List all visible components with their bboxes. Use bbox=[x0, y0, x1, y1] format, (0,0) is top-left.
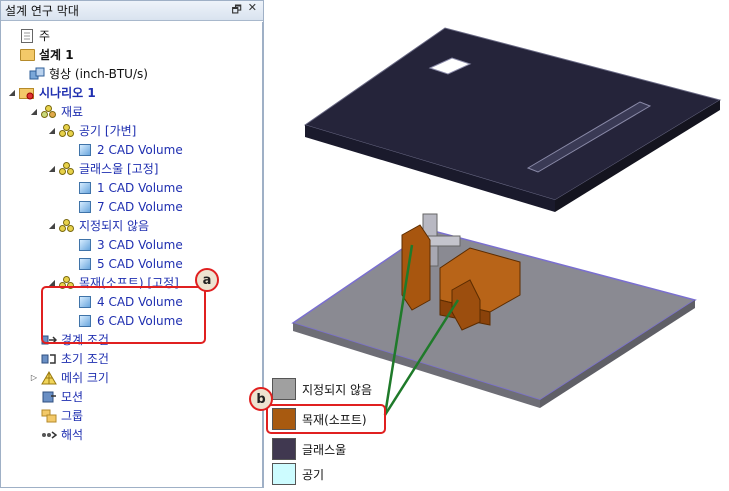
legend-item: 공기 bbox=[272, 463, 324, 485]
tree-item-material-unassigned[interactable]: ◢ 지정되지 않음 bbox=[47, 216, 149, 235]
callout-badge-a: a bbox=[195, 268, 219, 292]
solve-icon bbox=[41, 427, 57, 443]
material-icon bbox=[59, 218, 75, 234]
geometry-icon bbox=[29, 66, 45, 82]
cad-volume-icon bbox=[77, 256, 93, 272]
tree-item-cad-volume[interactable]: 7 CAD Volume bbox=[65, 197, 183, 216]
legend-label: 공기 bbox=[302, 467, 325, 482]
tree-item-label: 모션 bbox=[61, 390, 84, 404]
legend-item: 지정되지 않음 bbox=[272, 378, 372, 400]
tree-item-label: 7 CAD Volume bbox=[97, 199, 183, 214]
callout-box-b bbox=[266, 404, 386, 434]
tree-item-label: 그룹 bbox=[61, 409, 84, 423]
close-icon[interactable]: ✕ bbox=[248, 1, 257, 20]
collapse-icon[interactable]: ◢ bbox=[7, 88, 17, 97]
callout-badge-b: b bbox=[249, 387, 273, 411]
tree-item-label: 메쉬 크기 bbox=[61, 371, 109, 385]
tree-item-solve[interactable]: 해석 bbox=[29, 425, 83, 444]
tree-item-label: 주 bbox=[39, 29, 51, 43]
tree-item-main[interactable]: 주 bbox=[7, 26, 50, 45]
tree-item-label: 지정되지 않음 bbox=[79, 219, 150, 233]
collapse-icon[interactable]: ◢ bbox=[47, 126, 57, 135]
mesh-size-icon bbox=[41, 370, 57, 386]
tree-item-label: 2 CAD Volume bbox=[97, 142, 183, 157]
legend-item: 글래스울 bbox=[272, 438, 346, 460]
tree-item-scenario[interactable]: ◢ 시나리오 1 bbox=[7, 83, 96, 102]
tree-item-materials[interactable]: ◢ 재료 bbox=[29, 102, 83, 121]
design-folder-icon bbox=[19, 47, 35, 63]
tree-item-mesh-size[interactable]: ▷ 메쉬 크기 bbox=[29, 368, 109, 387]
scenario-icon bbox=[19, 85, 35, 101]
document-icon bbox=[19, 28, 35, 44]
tree-item-label: 3 CAD Volume bbox=[97, 237, 183, 252]
legend-swatch bbox=[272, 463, 296, 485]
panel-title-bar: 설계 연구 막대 🗗 ✕ bbox=[1, 1, 263, 21]
cad-volume-icon bbox=[77, 180, 93, 196]
panel-title: 설계 연구 막대 bbox=[5, 4, 79, 18]
tree-item-initial-conditions[interactable]: 초기 조건 bbox=[29, 349, 109, 368]
tree-item-label: 해석 bbox=[61, 428, 84, 442]
tree-item-label: 초기 조건 bbox=[61, 352, 109, 366]
groups-icon bbox=[41, 408, 57, 424]
legend-label: 지정되지 않음 bbox=[302, 382, 373, 397]
tree-item-material-glasswool[interactable]: ◢ 글래스울 [고정] bbox=[47, 159, 158, 178]
pin-icon[interactable]: 🗗 bbox=[231, 1, 241, 20]
initial-conditions-icon bbox=[41, 351, 57, 367]
design-tree: 주 설계 1 형상 (inch-BTU/s) ◢ 시나리오 1 ◢ 재료 ◢ 공… bbox=[1, 22, 263, 487]
tree-item-cad-volume[interactable]: 5 CAD Volume bbox=[65, 254, 183, 273]
material-icon bbox=[59, 123, 75, 139]
materials-icon bbox=[41, 104, 57, 120]
tree-item-label: 형상 (inch-BTU/s) bbox=[49, 67, 148, 81]
legend-swatch bbox=[272, 438, 296, 460]
cad-volume-icon bbox=[77, 142, 93, 158]
tree-item-label: 재료 bbox=[61, 105, 84, 119]
tree-item-label: 5 CAD Volume bbox=[97, 256, 183, 271]
collapse-icon[interactable]: ◢ bbox=[47, 221, 57, 230]
material-icon bbox=[59, 161, 75, 177]
tree-item-label: 글래스울 [고정] bbox=[79, 162, 159, 176]
tree-item-motion[interactable]: 모션 bbox=[29, 387, 83, 406]
motion-icon bbox=[41, 389, 57, 405]
tree-item-cad-volume[interactable]: 1 CAD Volume bbox=[65, 178, 183, 197]
tree-item-label: 시나리오 1 bbox=[39, 86, 96, 100]
tree-item-label: 공기 [가변] bbox=[79, 124, 137, 138]
cad-volume-icon bbox=[77, 237, 93, 253]
collapse-icon[interactable]: ◢ bbox=[29, 107, 39, 116]
design-study-panel: 설계 연구 막대 🗗 ✕ 주 설계 1 형상 (inch-BTU/s) ◢ 시나… bbox=[0, 0, 264, 488]
tree-item-label: 설계 1 bbox=[39, 48, 74, 62]
tree-item-cad-volume[interactable]: 3 CAD Volume bbox=[65, 235, 183, 254]
tree-item-groups[interactable]: 그룹 bbox=[29, 406, 83, 425]
tree-item-label: 1 CAD Volume bbox=[97, 180, 183, 195]
cad-volume-icon bbox=[77, 199, 93, 215]
legend-label: 글래스울 bbox=[302, 442, 347, 457]
collapse-icon[interactable]: ◢ bbox=[47, 164, 57, 173]
tree-item-material-air[interactable]: ◢ 공기 [가변] bbox=[47, 121, 136, 140]
expand-icon[interactable]: ▷ bbox=[29, 373, 39, 382]
tree-item-cad-volume[interactable]: 2 CAD Volume bbox=[65, 140, 183, 159]
legend-swatch bbox=[272, 378, 296, 400]
callout-box-a bbox=[41, 286, 206, 344]
tree-item-design[interactable]: 설계 1 bbox=[7, 45, 74, 64]
tree-item-geometry[interactable]: 형상 (inch-BTU/s) bbox=[17, 64, 148, 83]
